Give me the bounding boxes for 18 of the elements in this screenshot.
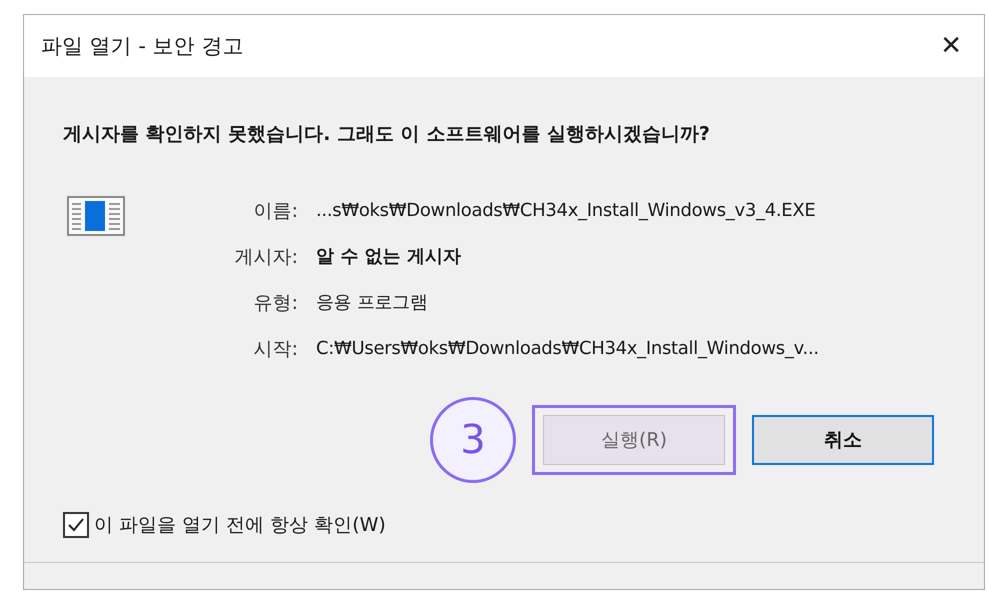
field-label: 시작: (252, 337, 298, 362)
warning-question: 게시자를 확인하지 못했습니다. 그래도 이 소프트웨어를 실행하시겠습니까? (63, 122, 711, 147)
close-button[interactable]: ✕ (934, 27, 968, 65)
field-label: 유형: (252, 291, 298, 316)
window-title: 파일 열기 - 보안 경고 (41, 33, 244, 60)
field-label: 게시자: (234, 245, 298, 270)
check-icon (68, 518, 84, 532)
step-marker: 3 (430, 397, 516, 483)
field-value: 응용 프로그램 (316, 291, 429, 315)
field-value: 알 수 없는 게시자 (316, 245, 462, 269)
application-icon (67, 196, 125, 236)
checkbox[interactable] (63, 512, 89, 538)
run-button[interactable]: 실행(R) (543, 415, 725, 465)
field-value: ...s₩oks₩Downloads₩CH34x_Install_Windows_v3_4.EXE (316, 199, 816, 223)
cancel-button[interactable]: 취소 (752, 415, 934, 465)
field-value: C:₩Users₩oks₩Downloads₩CH34x_Install_Windows_v... (316, 337, 819, 361)
field-label: 이름: (252, 199, 298, 224)
checkbox-label: 이 파일을 열기 전에 항상 확인(W) (94, 513, 386, 538)
